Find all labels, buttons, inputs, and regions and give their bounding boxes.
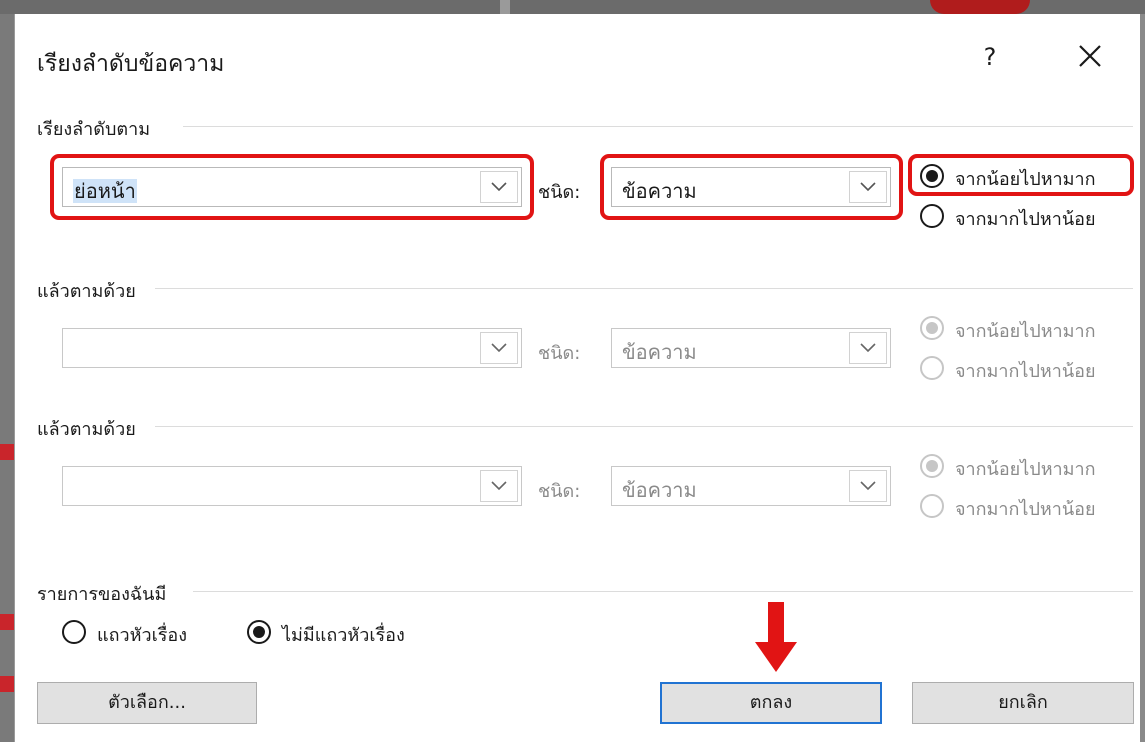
sort-text-dialog: เรียงลำดับข้อความ ? เรียงลำดับตาม ย่อหน้…: [14, 14, 1140, 742]
then-by-2-ascending-radio[interactable]: [920, 454, 944, 478]
then-by-1-field-dropdown-button[interactable]: [480, 332, 518, 364]
sort-type-highlight: [600, 154, 903, 220]
then-by-1-descending-label: จากมากไปหาน้อย: [955, 361, 1096, 382]
then-by-2-descending-radio[interactable]: [920, 494, 944, 518]
background-left-strip: [0, 14, 14, 742]
then-by-1-type-label: ชนิด:: [538, 343, 581, 364]
sort-field-highlight: [50, 154, 534, 220]
sort-by-descending-label: จากมากไปหาน้อย: [955, 209, 1096, 230]
close-icon: [1079, 45, 1101, 67]
header-row-radio[interactable]: [62, 620, 86, 644]
then-by-2-descending-label: จากมากไปหาน้อย: [955, 499, 1096, 520]
then-by-1-ascending-radio[interactable]: [920, 316, 944, 340]
background-window-strip: [0, 0, 1145, 14]
then-by-2-type-value: ข้อความ: [622, 478, 697, 502]
no-header-row-radio[interactable]: [247, 620, 271, 644]
close-button[interactable]: [1070, 38, 1110, 76]
no-header-row-label: ไม่มีแถวหัวเรื่อง: [282, 625, 405, 646]
chevron-down-icon: [860, 481, 876, 491]
ok-button[interactable]: ตกลง: [660, 682, 882, 724]
dialog-title: เรียงลำดับข้อความ: [37, 51, 225, 77]
header-row-label: แถวหัวเรื่อง: [97, 625, 187, 646]
then-by-2-label: แล้วตามด้วย: [37, 419, 136, 440]
then-by-2-field-combo[interactable]: [62, 466, 522, 506]
help-button[interactable]: ?: [975, 40, 1005, 74]
then-by-1-field-combo[interactable]: [62, 328, 522, 368]
then-by-2-field-dropdown-button[interactable]: [480, 470, 518, 502]
then-by-1-label: แล้วตามด้วย: [37, 281, 136, 302]
then-by-2-type-label: ชนิด:: [538, 481, 581, 502]
sort-by-label: เรียงลำดับตาม: [37, 119, 151, 140]
chevron-down-icon: [491, 481, 507, 491]
chevron-down-icon: [860, 343, 876, 353]
cancel-button[interactable]: ยกเลิก: [912, 682, 1134, 724]
then-by-2-type-dropdown-button[interactable]: [849, 470, 887, 502]
annotation-arrow-icon: [755, 602, 797, 672]
ascending-highlight: [908, 154, 1134, 196]
then-by-2-type-combo[interactable]: ข้อความ: [611, 466, 891, 506]
then-by-1-type-combo[interactable]: ข้อความ: [611, 328, 891, 368]
then-by-1-descending-radio[interactable]: [920, 356, 944, 380]
then-by-1-type-dropdown-button[interactable]: [849, 332, 887, 364]
then-by-2-ascending-label: จากน้อยไปหามาก: [955, 459, 1096, 480]
then-by-1-type-value: ข้อความ: [622, 340, 697, 364]
my-list-has-label: รายการของฉันมี: [37, 584, 167, 605]
chevron-down-icon: [491, 343, 507, 353]
sort-by-type-label: ชนิด:: [538, 182, 581, 203]
then-by-1-ascending-label: จากน้อยไปหามาก: [955, 321, 1096, 342]
sort-by-descending-radio[interactable]: [920, 204, 944, 228]
options-button[interactable]: ตัวเลือก...: [37, 682, 257, 724]
